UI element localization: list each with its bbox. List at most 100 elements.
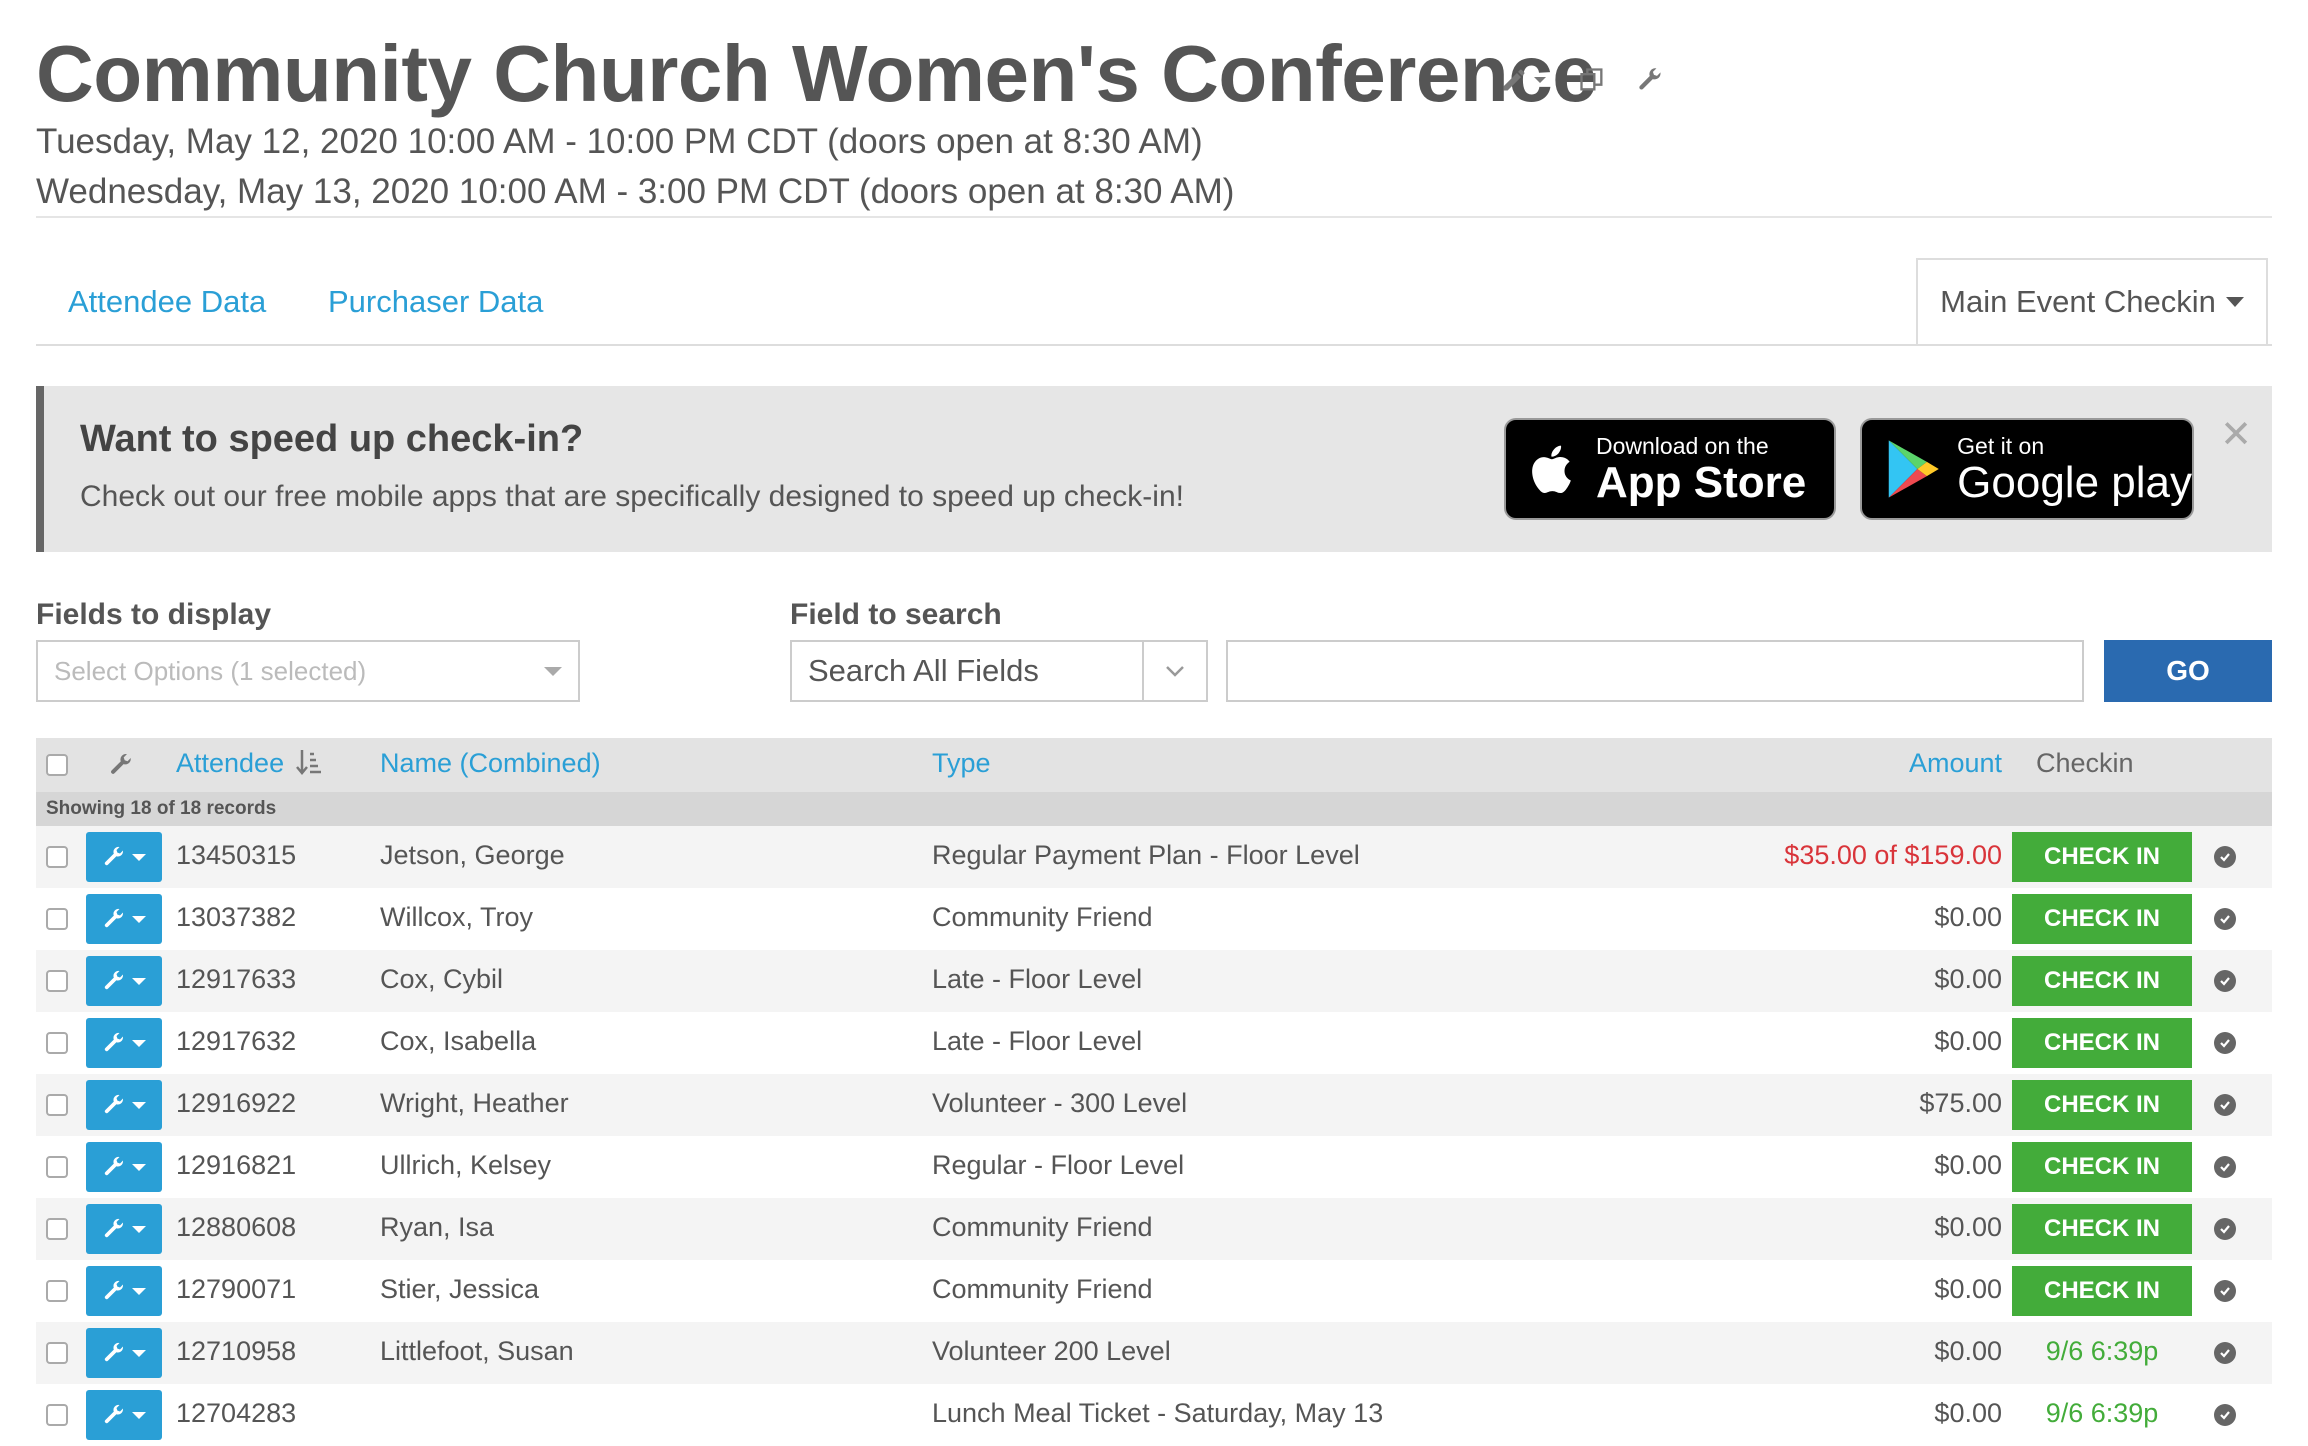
chevron-down-icon [1534, 77, 1546, 83]
app-store-badge[interactable]: Download on the App Store [1504, 418, 1836, 520]
ticket-type: Regular - Floor Level [932, 1150, 1185, 1180]
amount: $0.00 [1934, 1150, 2002, 1180]
check-in-button[interactable]: CHECK IN [2012, 1266, 2192, 1316]
ticket-type: Community Friend [932, 1274, 1153, 1304]
tab-attendee-data[interactable]: Attendee Data [68, 284, 266, 320]
caret-down-icon [132, 1039, 146, 1047]
row-actions-button[interactable] [86, 1142, 162, 1192]
row-actions-button[interactable] [86, 1204, 162, 1254]
records-count: Showing 18 of 18 records [36, 792, 2272, 826]
attendee-name: Littlefoot, Susan [380, 1336, 574, 1366]
wrench-icon [102, 1341, 126, 1365]
check-circle-icon[interactable] [2214, 1032, 2236, 1054]
fields-multiselect-text: Select Options (1 selected) [54, 655, 367, 686]
check-in-button[interactable]: CHECK IN [2012, 1018, 2192, 1068]
row-actions-button[interactable] [86, 1390, 162, 1440]
ticket-type: Regular Payment Plan - Floor Level [932, 840, 1360, 870]
attendee-id: 12917633 [176, 964, 297, 994]
check-circle-icon[interactable] [2214, 1218, 2236, 1240]
check-circle-icon[interactable] [2214, 1404, 2236, 1426]
edit-menu-button[interactable] [1500, 66, 1548, 94]
chevron-down-icon [1142, 642, 1206, 700]
tab-bar: Attendee Data Purchaser Data Main Event … [36, 258, 2272, 346]
column-header-checkin: Checkin [2036, 748, 2134, 778]
search-field-value: Search All Fields [808, 653, 1039, 688]
ticket-type: Community Friend [932, 1212, 1153, 1242]
check-circle-icon[interactable] [2214, 1280, 2236, 1302]
event-date-1: Tuesday, May 12, 2020 10:00 AM - 10:00 P… [36, 122, 1203, 161]
attendee-name: Willcox, Troy [380, 902, 534, 932]
caret-down-icon [132, 1287, 146, 1295]
app-store-big-text: App Store [1596, 457, 1807, 507]
attendee-name: Stier, Jessica [380, 1274, 540, 1304]
column-header-amount[interactable]: Amount [1909, 748, 2002, 779]
wrench-icon [102, 1217, 126, 1241]
wrench-icon [102, 907, 126, 931]
settings-button[interactable] [1636, 66, 1664, 94]
row-actions-button[interactable] [86, 1266, 162, 1316]
row-actions-button[interactable] [86, 832, 162, 882]
row-checkbox[interactable] [46, 1342, 68, 1364]
row-checkbox[interactable] [46, 970, 68, 992]
row-checkbox[interactable] [46, 1218, 68, 1240]
caret-down-icon [132, 1411, 146, 1419]
check-circle-icon[interactable] [2214, 846, 2236, 868]
caret-down-icon [2225, 297, 2244, 307]
ticket-type: Volunteer - 300 Level [932, 1088, 1188, 1118]
check-in-button[interactable]: CHECK IN [2012, 894, 2192, 944]
check-in-button[interactable]: CHECK IN [2012, 1142, 2192, 1192]
row-actions-button[interactable] [86, 894, 162, 944]
row-checkbox[interactable] [46, 846, 68, 868]
row-actions-button[interactable] [86, 1080, 162, 1130]
check-circle-icon[interactable] [2214, 908, 2236, 930]
close-icon[interactable]: ✕ [2220, 412, 2252, 457]
ticket-type: Volunteer 200 Level [932, 1336, 1171, 1366]
page-title: Community Church Women's Conference [36, 29, 1597, 118]
copy-button[interactable] [1578, 66, 1606, 94]
ticket-type: Late - Floor Level [932, 1026, 1143, 1056]
check-circle-icon[interactable] [2214, 1156, 2236, 1178]
check-circle-icon[interactable] [2214, 1094, 2236, 1116]
column-header-attendee[interactable]: Attendee [176, 748, 322, 779]
column-header-type[interactable]: Type [932, 748, 991, 779]
caret-down-icon [132, 1349, 146, 1357]
row-actions-button[interactable] [86, 1328, 162, 1378]
amount: $75.00 [1919, 1088, 2002, 1118]
attendee-name: Ryan, Isa [380, 1212, 495, 1242]
google-play-badge[interactable]: Get it on Google play [1860, 418, 2194, 520]
checkin-dropdown-label: Main Event Checkin [1940, 284, 2216, 319]
search-input[interactable] [1226, 640, 2084, 702]
go-button[interactable]: GO [2104, 640, 2272, 702]
row-checkbox[interactable] [46, 1280, 68, 1302]
pencil-icon [1503, 69, 1525, 91]
attendee-id: 12916922 [176, 1088, 297, 1118]
tab-purchaser-data[interactable]: Purchaser Data [328, 284, 543, 320]
table-row: 12704283 Lunch Meal Ticket - Saturday, Ma… [36, 1384, 2272, 1446]
select-all-checkbox[interactable] [46, 754, 68, 776]
table-row: 13037382 Willcox, Troy Community Friend $0.… [36, 888, 2272, 950]
row-checkbox[interactable] [46, 1404, 68, 1426]
row-checkbox[interactable] [46, 1156, 68, 1178]
wrench-icon [102, 1403, 126, 1427]
row-checkbox[interactable] [46, 1032, 68, 1054]
check-in-button[interactable]: CHECK IN [2012, 832, 2192, 882]
row-actions-button[interactable] [86, 1018, 162, 1068]
check-circle-icon[interactable] [2214, 970, 2236, 992]
checkin-dropdown[interactable]: Main Event Checkin [1916, 258, 2268, 344]
amount: $35.00 of $159.00 [1784, 840, 2002, 870]
check-in-button[interactable]: CHECK IN [2012, 956, 2192, 1006]
attendee-name: Ullrich, Kelsey [380, 1150, 552, 1180]
column-header-name[interactable]: Name (Combined) [380, 748, 601, 779]
attendee-id: 12710958 [176, 1336, 297, 1366]
row-checkbox[interactable] [46, 1094, 68, 1116]
wrench-icon [108, 752, 134, 783]
check-circle-icon[interactable] [2214, 1342, 2236, 1364]
amount: $0.00 [1934, 902, 2002, 932]
check-in-button[interactable]: CHECK IN [2012, 1204, 2192, 1254]
row-checkbox[interactable] [46, 908, 68, 930]
search-field-select[interactable]: Search All Fields [790, 640, 1208, 702]
fields-multiselect[interactable]: Select Options (1 selected) [36, 640, 580, 702]
check-in-button[interactable]: CHECK IN [2012, 1080, 2192, 1130]
table-header: Attendee Name (Combined) Type Amount Che… [36, 738, 2272, 792]
row-actions-button[interactable] [86, 956, 162, 1006]
